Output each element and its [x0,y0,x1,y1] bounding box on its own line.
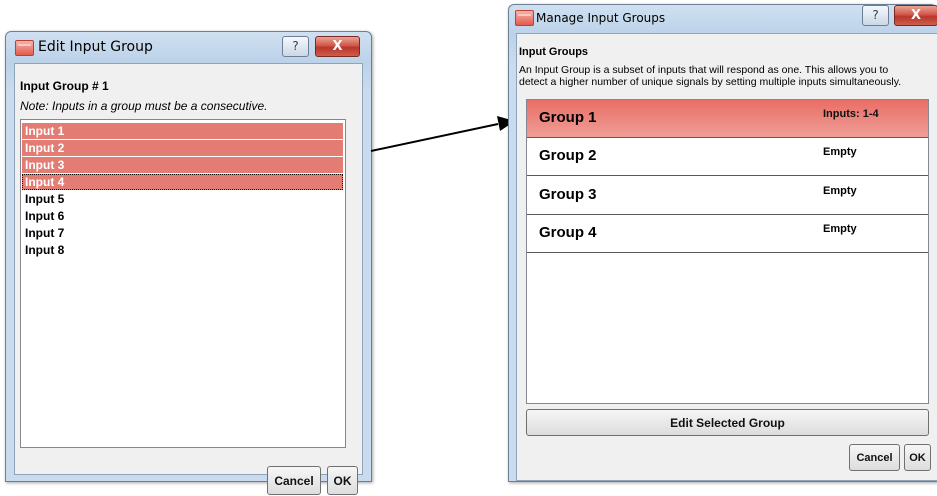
ok-button[interactable]: OK [904,444,931,471]
list-item-input-4[interactable]: Input 4 [22,174,343,190]
close-button[interactable]: X [315,36,360,57]
window-title: Manage Input Groups [536,11,666,25]
input-groups-heading: Input Groups [519,46,589,58]
description-line: detect a higher number of unique signals… [519,76,902,88]
title-bar[interactable]: Manage Input Groups ? X [509,5,937,33]
app-icon [515,10,534,26]
list-item-label: Input 5 [25,192,65,206]
group-name: Group 1 [539,109,597,126]
list-item-label: Input 2 [25,141,65,155]
group-row-1[interactable]: Group 1 Inputs: 1-4 [527,100,928,138]
group-row-4[interactable]: Group 4 Empty [527,215,928,253]
group-name: Group 3 [539,186,597,203]
consecutive-note: Note: Inputs in a group must be a consec… [20,99,268,113]
list-item-label: Input 8 [25,243,65,257]
cancel-button[interactable]: Cancel [849,444,900,471]
group-status: Empty [823,223,857,235]
edit-selected-group-button[interactable]: Edit Selected Group [526,409,929,436]
help-button[interactable]: ? [862,5,889,26]
group-name: Group 4 [539,224,597,241]
description-line: An Input Group is a subset of inputs tha… [519,64,889,76]
group-name: Group 2 [539,147,597,164]
list-item-input-6[interactable]: Input 6 [22,208,343,224]
list-item-label: Input 6 [25,209,65,223]
input-group-heading: Input Group # 1 [20,79,109,93]
close-button[interactable]: X [894,5,937,26]
input-groups-description: An Input Group is a subset of inputs tha… [519,64,901,88]
edit-input-group-window: Edit Input Group ? X Input Group # 1 Not… [5,31,372,495]
list-item-input-2[interactable]: Input 2 [22,140,343,156]
dialog-body: Input Group # 1 Note: Inputs in a group … [14,63,363,495]
list-item-input-5[interactable]: Input 5 [22,191,343,207]
manage-input-groups-window: Manage Input Groups ? X Input Groups An … [508,4,937,482]
list-item-input-7[interactable]: Input 7 [22,225,343,241]
group-status: Empty [823,146,857,158]
list-item-input-1[interactable]: Input 1 [22,123,343,139]
app-icon [15,40,34,56]
list-item-input-3[interactable]: Input 3 [22,157,343,173]
group-status: Empty [823,185,857,197]
list-item-label: Input 1 [25,124,65,138]
list-item-input-8[interactable]: Input 8 [22,242,343,258]
title-bar[interactable]: Edit Input Group ? X [6,32,371,62]
groups-list[interactable]: Group 1 Inputs: 1-4 Group 2 Empty Group … [526,99,929,404]
group-row-2[interactable]: Group 2 Empty [527,138,928,176]
list-item-label: Input 7 [25,226,65,240]
inputs-listbox[interactable]: Input 1 Input 2 Input 3 Input 4 Input 5 … [20,119,346,448]
window-title: Edit Input Group [38,39,153,55]
list-item-label: Input 3 [25,158,65,172]
group-row-3[interactable]: Group 3 Empty [527,177,928,215]
list-item-label: Input 4 [25,175,65,189]
group-status: Inputs: 1-4 [823,108,879,120]
help-button[interactable]: ? [282,36,309,57]
dialog-body: Input Groups An Input Group is a subset … [516,33,937,481]
